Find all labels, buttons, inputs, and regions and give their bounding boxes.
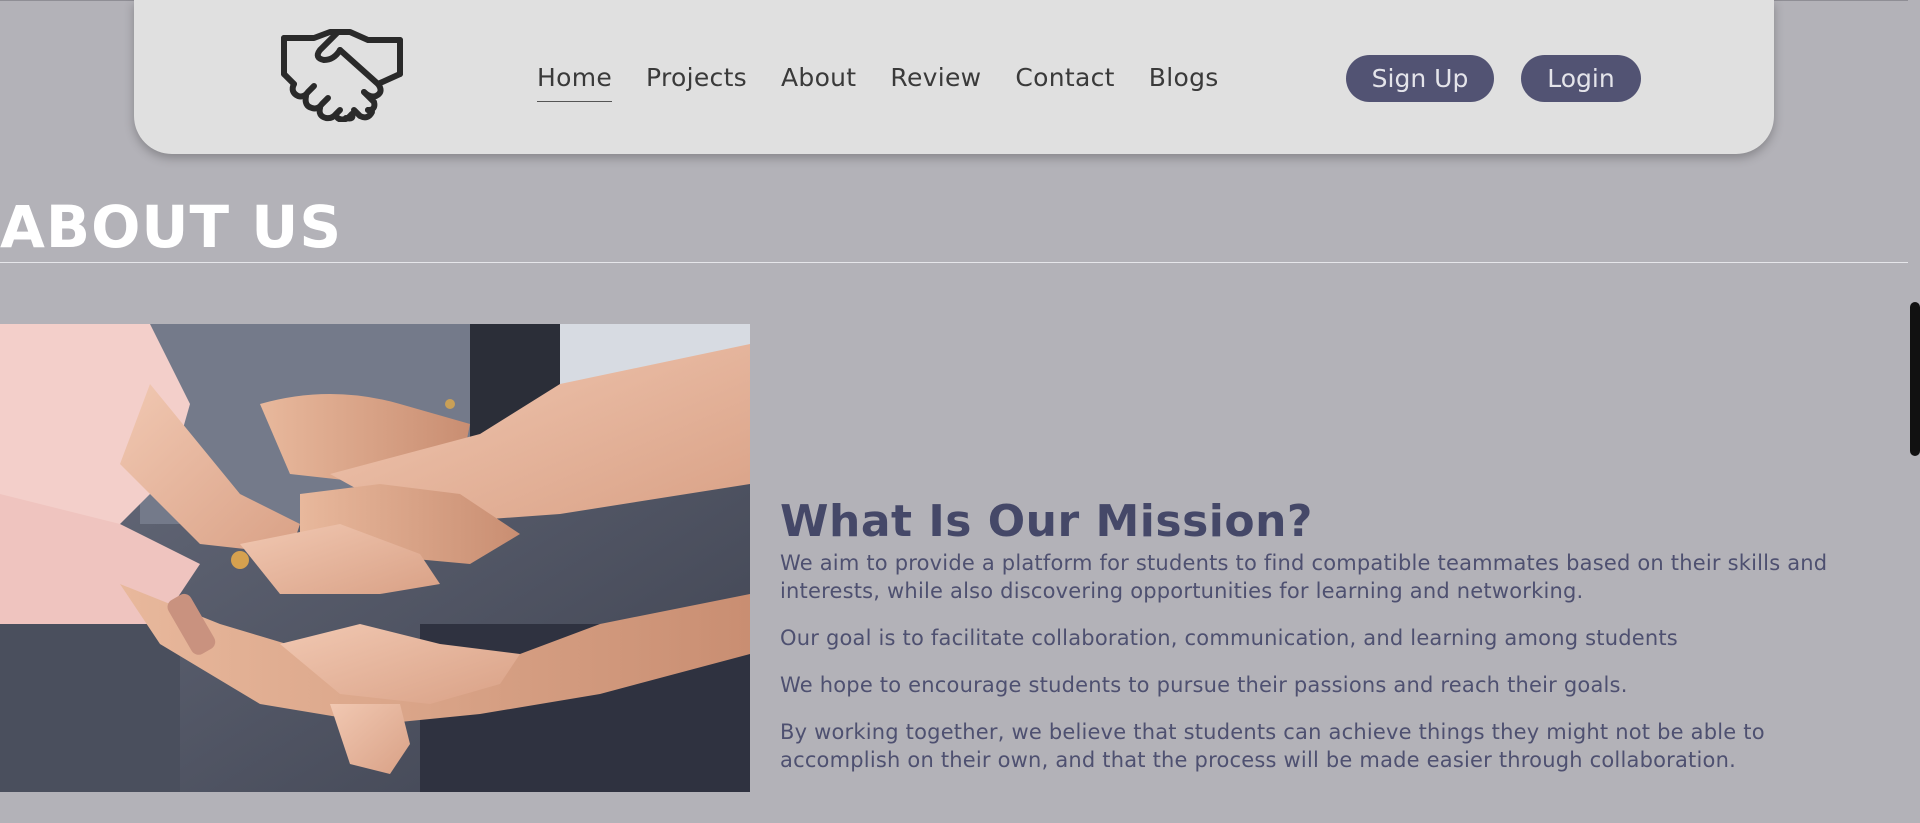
handshake-icon[interactable]: [280, 26, 404, 122]
mission-paragraph: By working together, we believe that stu…: [780, 720, 1765, 772]
page-scrollbar[interactable]: [1908, 0, 1920, 823]
mission-paragraph: Our goal is to facilitate collaboration,…: [780, 626, 1678, 650]
page-title: ABOUT US: [0, 193, 343, 261]
nav-link-home[interactable]: Home: [537, 58, 613, 102]
team-hands-illustration: [0, 324, 750, 792]
navbar: Home Projects About Review Contact Blogs…: [134, 0, 1774, 154]
sign-up-button[interactable]: Sign Up: [1346, 55, 1494, 102]
nav-link-about[interactable]: About: [781, 58, 856, 98]
mission-paragraph: We hope to encourage students to pursue …: [780, 673, 1628, 697]
team-hands-photo: [0, 324, 750, 792]
nav-link-blogs[interactable]: Blogs: [1149, 58, 1219, 98]
mission-paragraph: We aim to provide a platform for student…: [780, 551, 1828, 603]
login-button[interactable]: Login: [1521, 55, 1641, 102]
mission-body: We aim to provide a platform for student…: [780, 549, 1890, 793]
main-nav: Home Projects About Review Contact Blogs: [537, 58, 1253, 102]
scrollbar-thumb[interactable]: [1910, 302, 1920, 456]
mission-heading: What Is Our Mission?: [780, 496, 1313, 547]
nav-link-contact[interactable]: Contact: [1015, 58, 1114, 98]
nav-link-review[interactable]: Review: [890, 58, 981, 98]
nav-link-projects[interactable]: Projects: [646, 58, 747, 98]
section-divider: [0, 262, 1908, 263]
